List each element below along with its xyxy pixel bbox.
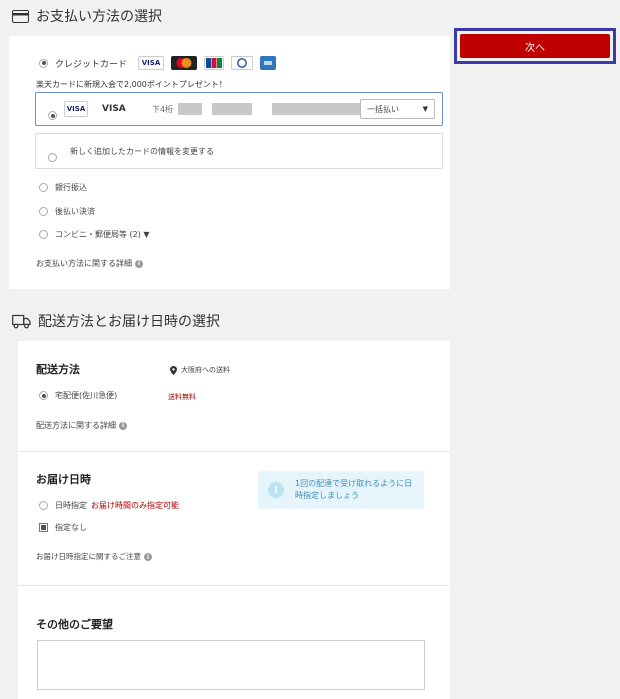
no-specify-label: 指定なし: [55, 523, 87, 532]
next-button[interactable]: 次へ: [460, 34, 610, 58]
date-specify-label: 日時指定: [55, 501, 87, 510]
delivery-method-label: 宅配便(佐川急便): [55, 391, 118, 400]
payment-title-text: お支払い方法の選択: [36, 9, 162, 25]
deferred-radio[interactable]: [39, 207, 48, 216]
delivery-method-details-text: 配送方法に関する詳細: [36, 421, 116, 430]
delivery-title-text: 配送方法とお届け日時の選択: [38, 314, 220, 330]
payment-details-link[interactable]: お支払い方法に関する詳細 i: [36, 258, 143, 269]
installment-selected: 一括払い: [367, 104, 399, 114]
info-icon: i: [144, 553, 152, 561]
mastercard-logo: [171, 56, 198, 70]
info-icon: i: [119, 421, 127, 430]
change-card-label: 新しく追加したカードの情報を変更する: [70, 147, 214, 156]
delivery-method-radio[interactable]: [39, 391, 48, 400]
saved-card-visa-logo: VISA: [64, 101, 88, 117]
payment-panel: クレジットカード VISA 楽天カードに新規入会で2,000ポイントプレゼント！…: [9, 36, 450, 289]
chevron-down-icon: ▼: [422, 105, 428, 113]
date-specify-note: お届け時間のみ指定可能: [91, 501, 179, 510]
credit-card-icon: [12, 9, 29, 23]
date-specify-option[interactable]: 日時指定 お届け時間のみ指定可能: [39, 500, 179, 511]
divider: [18, 585, 450, 586]
convenience-label: コンビニ・郵便局等 (2) ▼: [55, 230, 150, 239]
convenience-option[interactable]: コンビニ・郵便局等 (2) ▼: [39, 229, 150, 240]
destination-text: 大阪府への送料: [181, 366, 230, 374]
credit-card-label: クレジットカード: [55, 59, 128, 70]
checked-box-icon[interactable]: [39, 523, 48, 532]
divider: [18, 451, 450, 452]
diners-logo: [231, 56, 254, 70]
datetime-notes-link[interactable]: お届け日時指定に関するご注意 i: [36, 551, 152, 562]
saved-card-radio[interactable]: [48, 111, 57, 120]
visa-logo: VISA: [138, 56, 165, 70]
delivery-tip-text: 1回の配達で受け取れるように日時指定しましょう: [295, 479, 413, 500]
delivery-method-heading: 配送方法: [36, 363, 80, 376]
other-requests-heading: その他のご要望: [36, 618, 113, 631]
delivery-tip: ! 1回の配達で受け取れるように日時指定しましょう: [258, 471, 424, 509]
bank-transfer-option[interactable]: 銀行振込: [39, 182, 87, 193]
other-requests-textarea[interactable]: [37, 640, 425, 690]
payment-details-text: お支払い方法に関する詳細: [36, 259, 132, 268]
delivery-panel: 配送方法 大阪府への送料 宅配便(佐川急便) 送料無料 配送方法に関する詳細 i …: [18, 341, 450, 699]
bank-transfer-radio[interactable]: [39, 183, 48, 192]
saved-card-option[interactable]: VISA VISA 下4桁 一括払い ▼: [35, 92, 443, 126]
destination-fee-link[interactable]: 大阪府への送料: [170, 365, 230, 375]
convenience-radio[interactable]: [39, 230, 48, 239]
saved-card-last4-label: 下4桁: [152, 105, 174, 114]
deferred-label: 後払い決済: [55, 207, 95, 216]
installment-select[interactable]: 一括払い ▼: [360, 99, 435, 119]
jcb-logo: [204, 56, 225, 70]
delivery-method-details-link[interactable]: 配送方法に関する詳細 i: [36, 420, 127, 431]
date-specify-radio[interactable]: [39, 501, 48, 510]
delivery-section-title: 配送方法とお届け日時の選択: [12, 311, 220, 331]
next-button-highlight: 次へ: [454, 28, 616, 64]
datetime-notes-text: お届け日時指定に関するご注意: [36, 552, 141, 561]
datetime-heading: お届け日時: [36, 473, 91, 486]
rakuten-card-promo: 楽天カードに新規入会で2,000ポイントプレゼント！: [36, 80, 227, 89]
delivery-method-option[interactable]: 宅配便(佐川急便): [39, 390, 117, 401]
info-icon: i: [135, 259, 143, 268]
truck-icon: [12, 314, 31, 328]
deferred-option[interactable]: 後払い決済: [39, 206, 95, 217]
change-card-radio[interactable]: [48, 153, 57, 162]
credit-card-radio[interactable]: [39, 58, 48, 68]
map-pin-icon: [170, 365, 177, 375]
shipping-fee: 送料無料: [168, 393, 196, 401]
saved-card-name: VISA: [102, 104, 126, 114]
bank-transfer-label: 銀行振込: [55, 183, 87, 192]
amex-logo: [260, 56, 277, 70]
no-specify-option[interactable]: 指定なし: [39, 522, 87, 533]
masked-card-number: [178, 103, 202, 115]
payment-section-title: お支払い方法の選択: [12, 6, 162, 26]
change-card-option[interactable]: 新しく追加したカードの情報を変更する: [35, 133, 443, 169]
masked-card-expiry: [212, 103, 252, 115]
credit-card-option[interactable]: クレジットカード VISA: [39, 56, 277, 70]
lightbulb-icon: !: [268, 482, 284, 498]
